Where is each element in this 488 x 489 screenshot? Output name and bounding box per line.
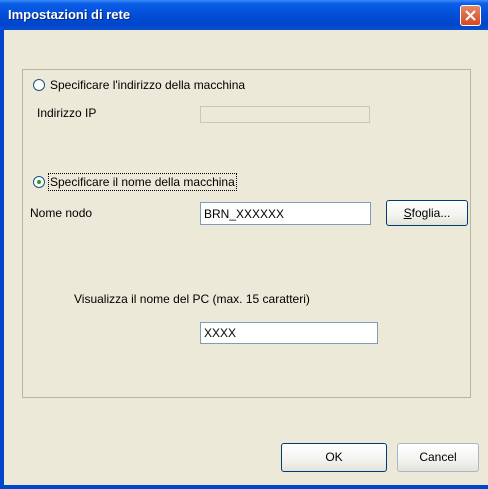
browse-label-rest: foglia... — [411, 206, 451, 220]
ip-address-input[interactable] — [200, 106, 370, 123]
window-frame-bottom — [0, 485, 488, 489]
pc-name-input[interactable]: XXXX — [200, 322, 378, 344]
title-bar[interactable]: Impostazioni di rete — [0, 0, 488, 30]
close-icon — [465, 10, 476, 21]
ip-address-label: Indirizzo IP — [37, 106, 97, 120]
radio-specify-address[interactable] — [33, 79, 45, 91]
radio-specify-address-label[interactable]: Specificare l'indirizzo della macchina — [50, 78, 245, 92]
window-title: Impostazioni di rete — [8, 7, 131, 22]
radio-specify-name-label[interactable]: Specificare il nome della macchina — [48, 173, 237, 191]
pc-name-label: Visualizza il nome del PC (max. 15 carat… — [74, 292, 310, 306]
close-button[interactable] — [460, 5, 481, 26]
node-name-input[interactable]: BRN_XXXXXX — [200, 202, 371, 225]
radio-specify-name[interactable] — [33, 176, 45, 188]
ok-button[interactable]: OK — [281, 443, 387, 472]
cancel-button[interactable]: Cancel — [397, 443, 479, 472]
browse-button[interactable]: Sfoglia... — [386, 200, 468, 226]
dialog-window: Impostazioni di rete Specificare l'indir… — [0, 0, 488, 489]
node-name-label: Nome nodo — [30, 206, 93, 220]
radio-selected-dot — [37, 180, 41, 184]
browse-accel: S — [403, 206, 412, 220]
